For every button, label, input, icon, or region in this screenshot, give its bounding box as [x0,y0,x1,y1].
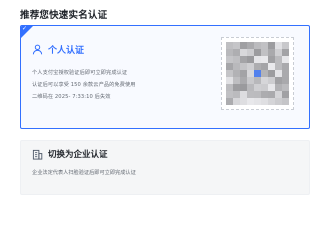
building-icon [32,149,43,160]
personal-verification-card[interactable]: ✓ 个人认证 个人支付宝授权验证后即可立即完成认证 认证后可以享受 150 余款… [20,25,310,129]
qr-expiry-text: 二维码在 2025- 7:33:10 后失效 [32,94,111,100]
qr-code-frame [221,37,294,110]
company-desc: 企业法定代表人扫脸验证后即可立即完成认证 [32,170,136,176]
person-icon [32,44,43,55]
section-title: 推荐您快速实名认证 [20,10,108,21]
company-verification-card[interactable]: 切换为企业认证 企业法定代表人扫脸验证后即可立即完成认证 [20,140,310,195]
personal-card-header: 个人认证 [32,43,84,56]
check-icon: ✓ [22,25,28,32]
verification-page: 推荐您快速实名认证 ✓ 个人认证 个人支付宝授权验证后即可立即完成认证 认证后可… [0,0,330,200]
company-card-header: 切换为企业认证 [32,148,108,160]
personal-card-title: 个人认证 [48,46,85,56]
personal-desc-line2: 认证后可以享受 150 余款云产品的免费使用 [32,82,136,88]
company-card-title: 切换为企业认证 [48,150,108,160]
personal-desc-line1: 个人支付宝授权验证后即可立即完成认证 [32,70,128,76]
qr-center-logo [254,70,261,77]
qr-code-image [226,42,289,105]
